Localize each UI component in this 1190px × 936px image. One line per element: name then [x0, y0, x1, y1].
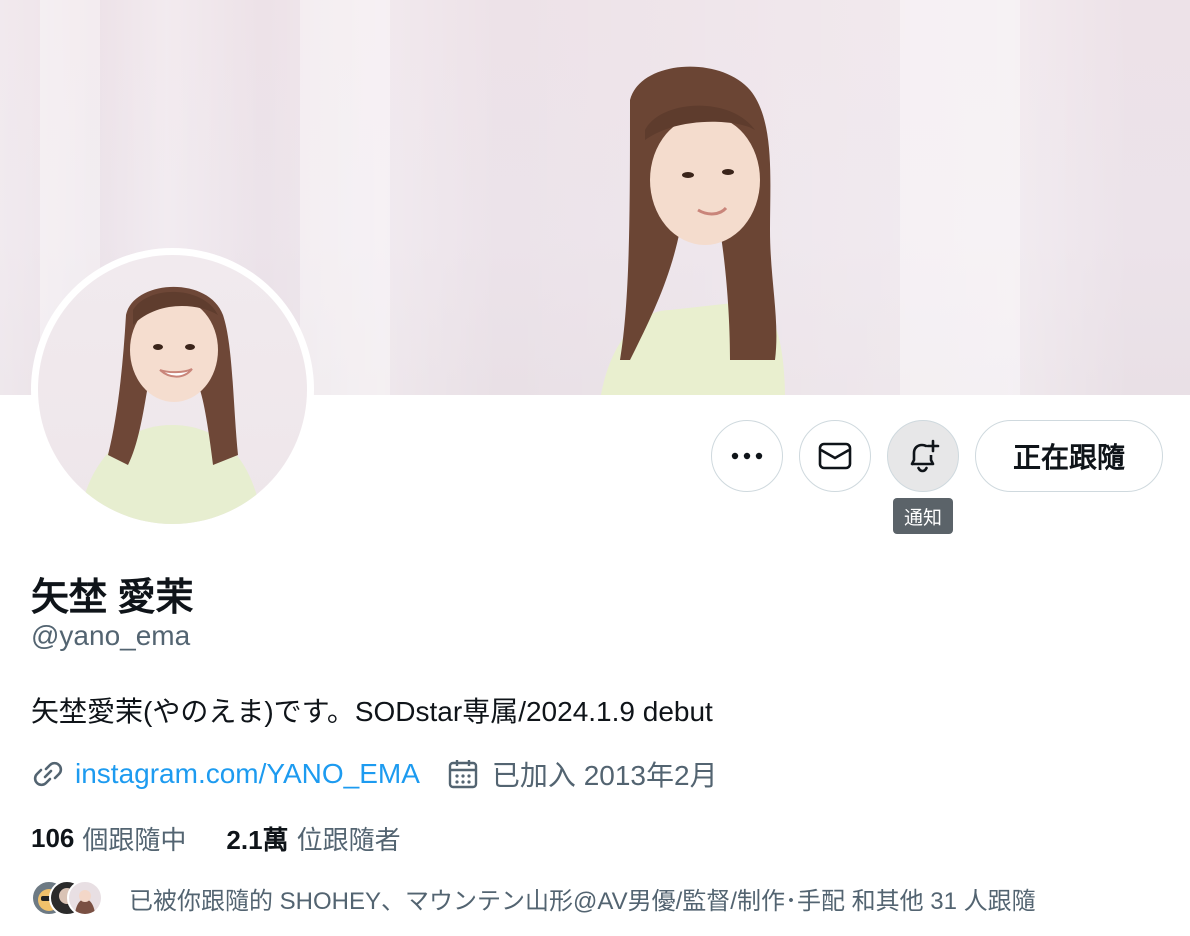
followers-count[interactable]: 2.1萬: [226, 820, 288, 857]
more-horizontal-icon: [731, 452, 763, 460]
user-handle: @yano_ema: [31, 620, 191, 651]
followed-by-row[interactable]: 已被你跟隨的 SHOHEY、マウンテン山形@AV男優/監督/制作･手配 和其他 …: [31, 878, 1036, 918]
website-link[interactable]: instagram.com/YANO_EMA: [75, 758, 420, 790]
message-button[interactable]: [799, 420, 871, 492]
display-name: 矢埜 愛茉: [31, 577, 194, 619]
follow-stats: 106 個跟隨中 2.1萬 位跟隨者: [31, 820, 401, 856]
followed-by-avatars: [31, 879, 103, 917]
banner-curtain-fold: [300, 0, 390, 395]
envelope-icon: [818, 442, 852, 470]
joined-date: 已加入 2013年2月: [491, 760, 718, 791]
calendar-icon: [448, 760, 478, 789]
profile-meta: instagram.com/YANO_EMA 已加入 2013年2月: [31, 756, 718, 792]
mini-avatar: [67, 880, 103, 916]
profile-bio: 矢埜愛茉(やのえま)です。SODstar専属/2024.1.9 debut: [31, 696, 713, 727]
avatar-photo: [38, 255, 307, 524]
profile-avatar[interactable]: [31, 248, 314, 531]
more-button[interactable]: [711, 420, 783, 492]
following-button[interactable]: 正在跟隨: [975, 420, 1163, 492]
followed-by-text[interactable]: 已被你跟隨的 SHOHEY、マウンテン山形@AV男優/監督/制作･手配 和其他 …: [129, 881, 1036, 916]
notify-tooltip: 通知: [893, 498, 953, 534]
followers-label[interactable]: 位跟隨者: [297, 820, 401, 857]
banner-curtain-fold: [900, 0, 1020, 395]
following-label[interactable]: 個跟隨中: [82, 820, 186, 857]
notifications-button[interactable]: [887, 420, 959, 492]
link-icon: [33, 761, 63, 787]
banner-photo-person: [601, 66, 785, 395]
bell-plus-icon: [910, 439, 940, 473]
avatar-person-illustration: [78, 286, 263, 524]
following-count[interactable]: 106: [31, 823, 74, 854]
